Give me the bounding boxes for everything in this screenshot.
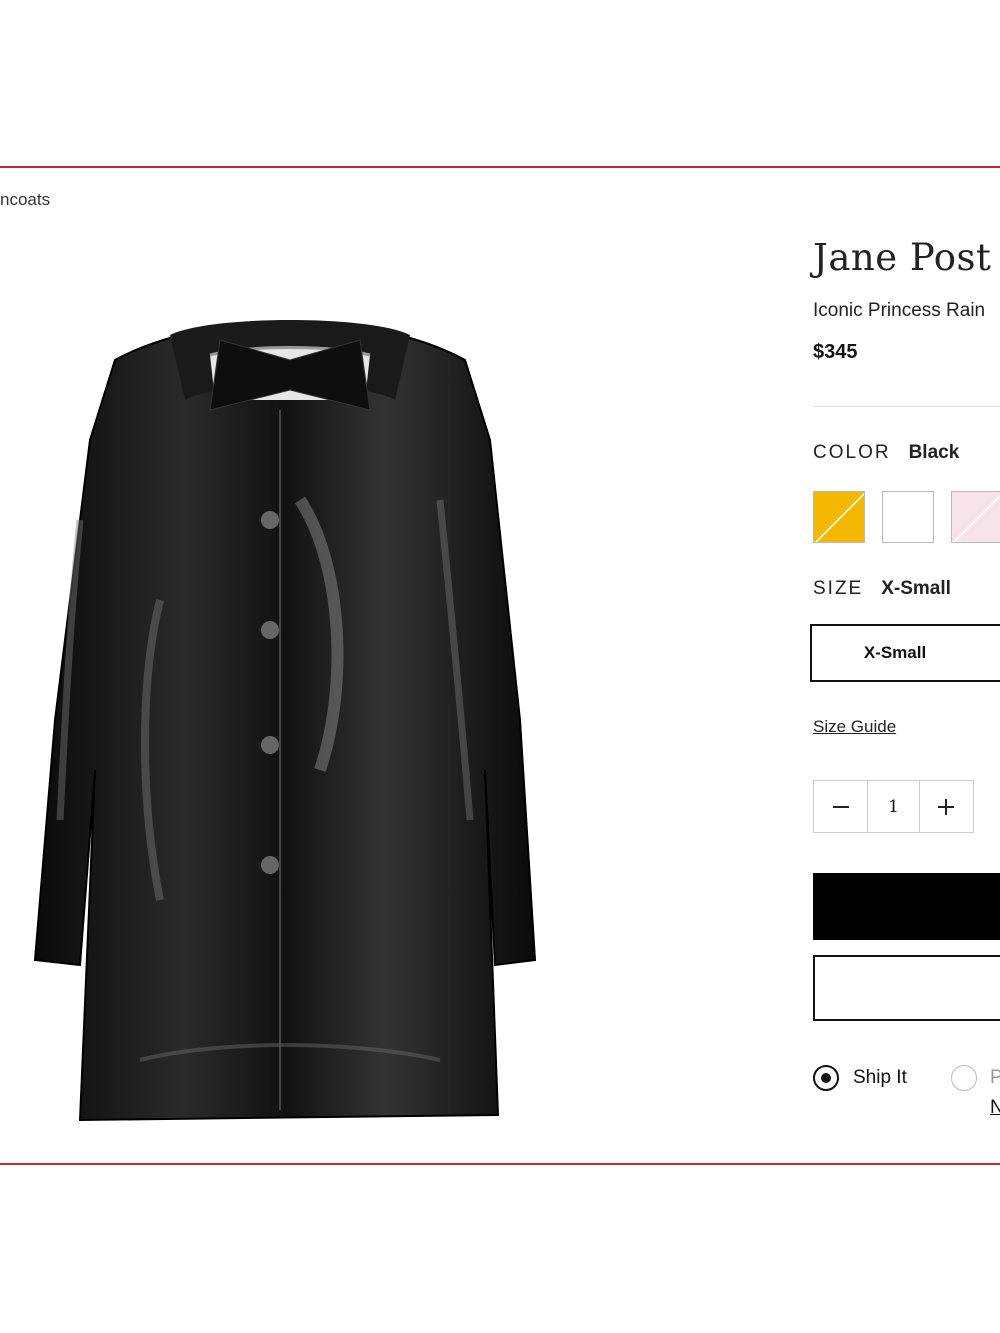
color-swatch-pink[interactable]	[951, 491, 1000, 543]
size-label: SIZE	[813, 578, 864, 599]
pickup-store-link[interactable]: N	[990, 1097, 1000, 1119]
product-name: Iconic Princess Rain	[813, 300, 986, 321]
brand-name[interactable]: Jane Post	[813, 236, 991, 279]
quantity-decrease-button[interactable]	[814, 781, 867, 832]
ship-it-radio[interactable]	[813, 1065, 839, 1091]
pickup-label[interactable]: P	[990, 1067, 1000, 1089]
ship-it-label[interactable]: Ship It	[853, 1067, 907, 1089]
frame-bottom-line	[0, 1163, 1000, 1165]
quantity-stepper: 1	[813, 780, 974, 833]
color-selected-value: Black	[908, 442, 960, 463]
pickup-radio[interactable]	[951, 1065, 977, 1091]
size-option: SIZE X-Small	[813, 578, 951, 600]
color-label: COLOR	[813, 442, 891, 463]
secondary-action-button[interactable]	[813, 955, 1000, 1021]
swatch-yellow-graphic	[814, 492, 864, 542]
color-swatch-white[interactable]	[882, 491, 934, 543]
plus-icon	[938, 798, 955, 815]
size-button-x-small[interactable]: X-Small	[810, 624, 1000, 682]
swatch-white-graphic	[883, 492, 933, 542]
quantity-increase-button[interactable]	[920, 781, 973, 832]
add-to-bag-button[interactable]	[813, 873, 1000, 940]
product-image	[33, 320, 537, 1122]
frame-top-line	[0, 166, 1000, 168]
divider	[813, 406, 1000, 407]
quantity-input[interactable]: 1	[867, 781, 920, 832]
color-option: COLOR Black	[813, 442, 959, 464]
swatch-pink-graphic	[952, 492, 1000, 542]
product-price: $345	[813, 341, 858, 363]
minus-icon	[832, 805, 849, 808]
color-swatch-yellow[interactable]	[813, 491, 865, 543]
size-selected-value: X-Small	[881, 578, 951, 599]
size-guide-link[interactable]: Size Guide	[813, 717, 896, 737]
breadcrumb[interactable]: ncoats	[0, 190, 50, 210]
